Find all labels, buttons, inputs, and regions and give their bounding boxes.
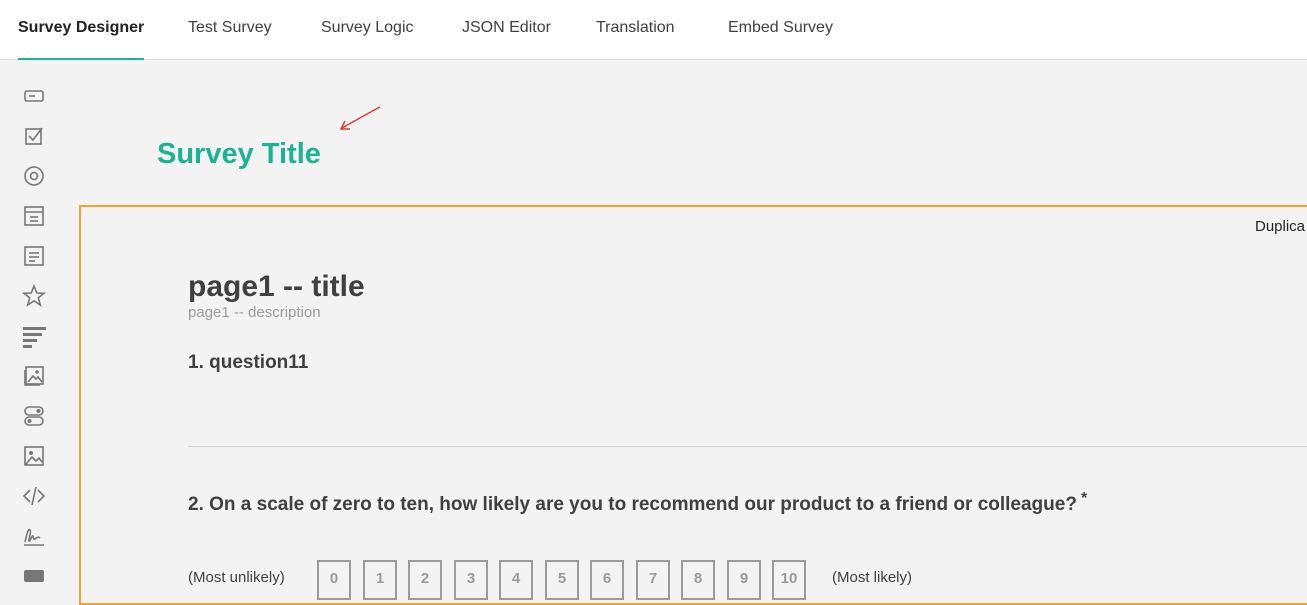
text-input-icon[interactable] <box>22 84 46 108</box>
rating-option-7[interactable]: 7 <box>636 560 670 600</box>
duplicate-button[interactable]: Duplica <box>1255 218 1305 235</box>
rating-option-0[interactable]: 0 <box>317 560 351 600</box>
rating-max-label: (Most likely) <box>832 569 913 586</box>
rating-option-5[interactable]: 5 <box>545 560 579 600</box>
image-picker-icon[interactable] <box>22 364 46 388</box>
rating-option-3[interactable]: 3 <box>454 560 488 600</box>
signature-icon[interactable] <box>22 524 46 548</box>
checkbox-icon[interactable] <box>22 124 46 148</box>
question-divider <box>188 446 1307 447</box>
radio-icon[interactable] <box>22 164 46 188</box>
selected-page-panel[interactable] <box>79 205 1307 605</box>
rating-option-4[interactable]: 4 <box>499 560 533 600</box>
dropdown-icon[interactable] <box>22 204 46 228</box>
tab-json-editor[interactable]: JSON Editor <box>462 0 551 58</box>
annotation-arrow-icon <box>339 106 381 130</box>
tab-survey-logic[interactable]: Survey Logic <box>321 0 414 58</box>
page-description[interactable]: page1 -- description <box>188 304 321 321</box>
page-title[interactable]: page1 -- title <box>188 270 365 304</box>
expression-icon[interactable] <box>22 564 46 588</box>
question-2-title[interactable]: 2. On a scale of zero to ten, how likely… <box>188 490 1087 516</box>
boolean-icon[interactable] <box>22 404 46 428</box>
tab-survey-designer[interactable]: Survey Designer <box>18 0 145 60</box>
question-toolbox <box>0 60 70 593</box>
rating-option-8[interactable]: 8 <box>681 560 715 600</box>
rating-option-2[interactable]: 2 <box>408 560 442 600</box>
tab-test-survey[interactable]: Test Survey <box>188 0 272 58</box>
required-mark: * <box>1080 490 1088 507</box>
ranking-icon[interactable] <box>22 324 46 348</box>
image-icon[interactable] <box>22 444 46 468</box>
comment-icon[interactable] <box>22 244 46 268</box>
rating-option-9[interactable]: 9 <box>727 560 761 600</box>
rating-min-label: (Most unlikely) <box>188 569 285 586</box>
designer-tab-bar: Survey Designer Test Survey Survey Logic… <box>0 0 1307 60</box>
rating-icon[interactable] <box>22 284 46 308</box>
survey-title[interactable]: Survey Title <box>157 138 321 171</box>
html-icon[interactable] <box>22 484 46 508</box>
tab-translation[interactable]: Translation <box>596 0 675 58</box>
rating-option-10[interactable]: 10 <box>772 560 806 600</box>
rating-option-6[interactable]: 6 <box>590 560 624 600</box>
rating-option-1[interactable]: 1 <box>363 560 397 600</box>
question-1-title[interactable]: 1. question11 <box>188 352 308 374</box>
question-2-text: 2. On a scale of zero to ten, how likely… <box>188 494 1077 515</box>
tab-embed-survey[interactable]: Embed Survey <box>728 0 833 58</box>
